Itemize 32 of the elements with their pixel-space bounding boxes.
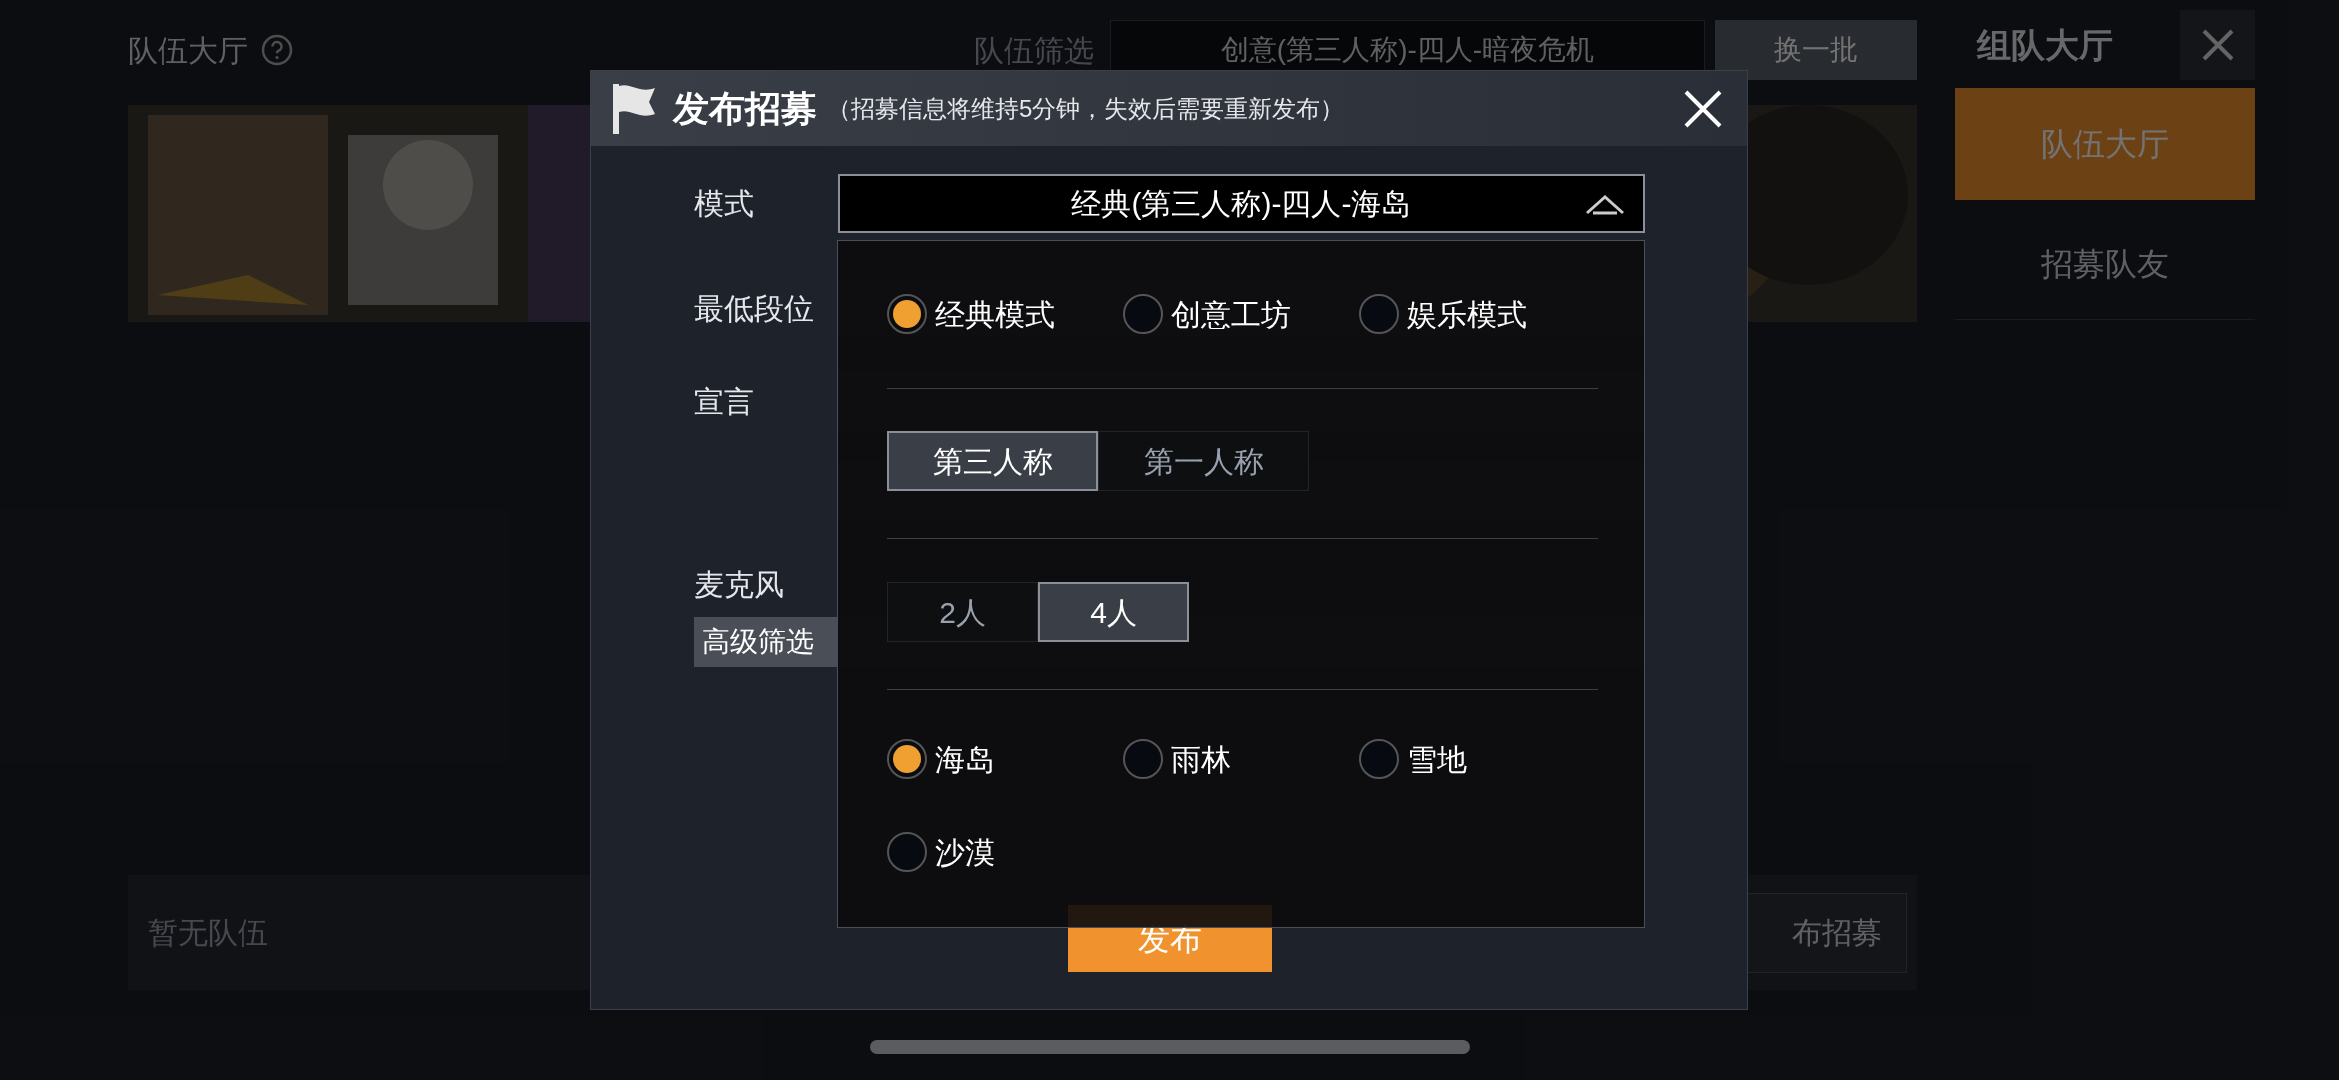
- dialog-title: 发布招募: [673, 86, 817, 131]
- mode-dropdown[interactable]: 经典(第三人称)-四人-海岛: [837, 174, 1645, 233]
- filter-label: 队伍筛选: [974, 32, 1094, 69]
- empty-text: 暂无队伍: [148, 915, 268, 951]
- radio-button[interactable]: [887, 294, 927, 334]
- radio-button[interactable]: [1359, 294, 1399, 334]
- radio-option[interactable]: 海岛: [887, 739, 995, 779]
- field-label: 麦克风: [694, 566, 785, 603]
- segment-tab[interactable]: 第三人称: [887, 431, 1098, 491]
- field-label: 宣言: [694, 384, 755, 420]
- help-icon[interactable]: [260, 33, 294, 67]
- close-icon: [1683, 88, 1723, 129]
- dialog-subtitle: （招募信息将维持5分钟，失效后需要重新发布）: [827, 93, 1345, 124]
- radio-option[interactable]: 雪地: [1359, 739, 1467, 779]
- page-title: 队伍大厅: [128, 32, 248, 69]
- radio-option[interactable]: 雨林: [1123, 739, 1231, 779]
- segment-tab[interactable]: 2人: [887, 582, 1038, 642]
- segment-tab[interactable]: 4人: [1038, 582, 1189, 642]
- radio-button[interactable]: [1359, 739, 1399, 779]
- radio-button[interactable]: [887, 739, 927, 779]
- sidebar-title: 组队大厅: [1975, 24, 2113, 66]
- advanced-filter-label: 高级筛选: [694, 617, 838, 667]
- radio-option[interactable]: 沙漠: [887, 832, 995, 872]
- field-label: 最低段位: [694, 290, 815, 327]
- radio-button[interactable]: [1123, 294, 1163, 334]
- field-label: 模式: [694, 186, 755, 222]
- radio-button[interactable]: [1123, 739, 1163, 779]
- radio-button[interactable]: [887, 832, 927, 872]
- radio-option[interactable]: 经典模式: [887, 294, 1055, 334]
- segment-tab[interactable]: 第一人称: [1098, 431, 1309, 491]
- radio-option[interactable]: 娱乐模式: [1359, 294, 1527, 334]
- radio-option[interactable]: 创意工坊: [1123, 294, 1291, 334]
